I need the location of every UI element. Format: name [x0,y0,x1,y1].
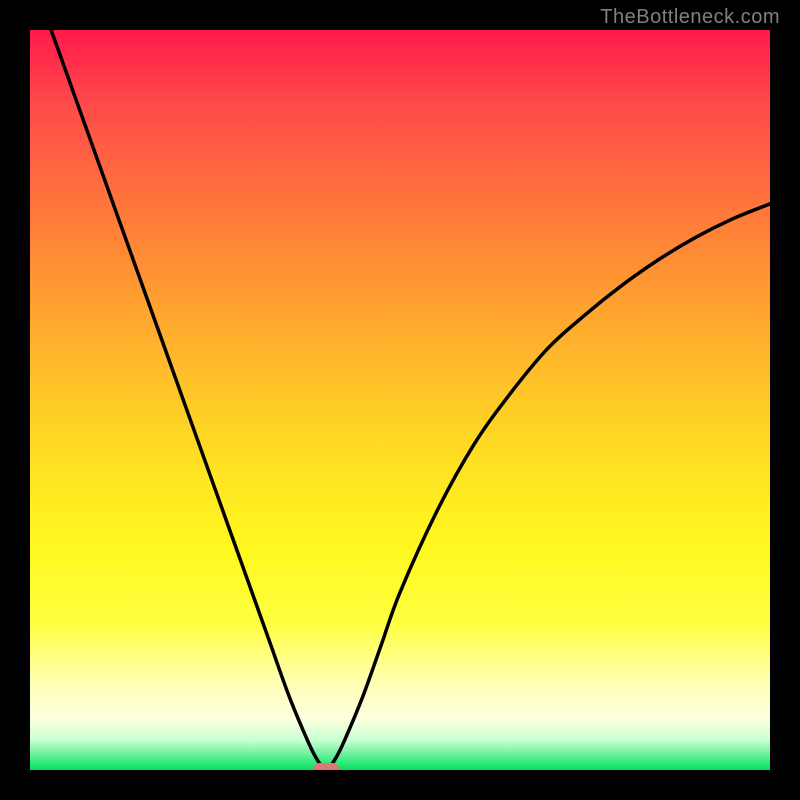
bottleneck-curve [30,30,770,770]
watermark-text: TheBottleneck.com [600,6,780,29]
plot-area [30,30,770,770]
chart-frame: TheBottleneck.com [0,0,800,800]
optimum-marker [313,763,339,770]
